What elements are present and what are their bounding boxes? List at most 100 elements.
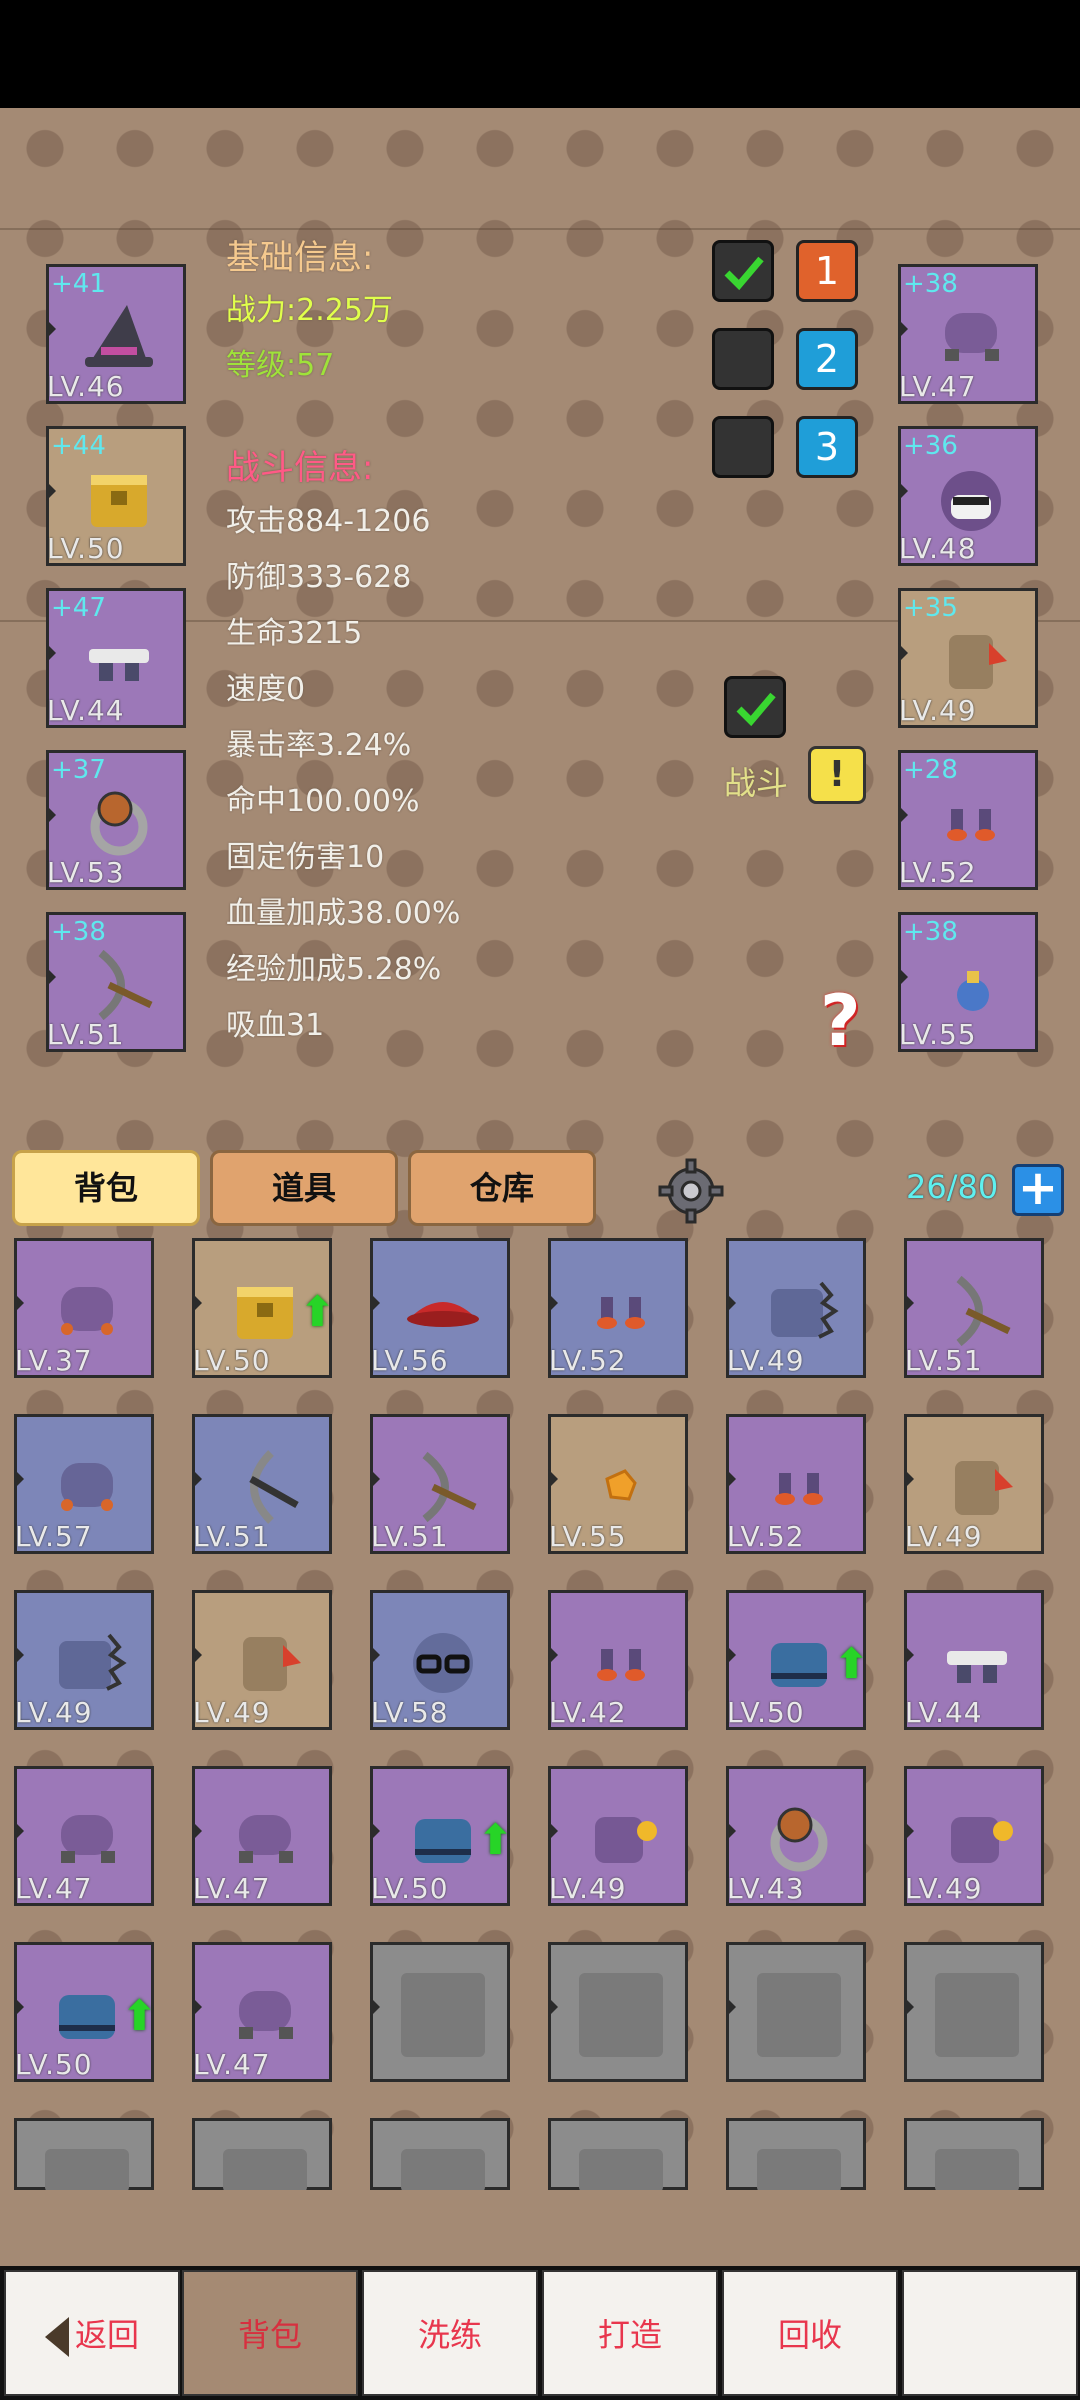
- empty-slot-inner: [223, 2149, 307, 2193]
- inventory-item[interactable]: LV.49: [192, 1590, 332, 1730]
- inventory-item[interactable]: LV.52: [548, 1238, 688, 1378]
- tab-2[interactable]: 仓库: [408, 1150, 596, 1226]
- inventory-item[interactable]: LV.37: [14, 1238, 154, 1378]
- inventory-item[interactable]: LV.42: [548, 1590, 688, 1730]
- equipped-slot-left[interactable]: +38 LV.51: [46, 912, 186, 1052]
- inventory-item[interactable]: LV.51: [904, 1238, 1044, 1378]
- loadout-checkbox[interactable]: [712, 240, 774, 302]
- inventory-item[interactable]: LV.47: [14, 1766, 154, 1906]
- slot-notch: [14, 1469, 24, 1489]
- basic-info-title: 基础信息:: [226, 238, 374, 278]
- inventory-item[interactable]: LV.47: [192, 1766, 332, 1906]
- item-level: LV.53: [47, 856, 125, 889]
- upgrade-arrow-icon: ⬆: [121, 1991, 157, 2040]
- inventory-item[interactable]: LV.49: [726, 1238, 866, 1378]
- inventory-item[interactable]: LV.52: [726, 1414, 866, 1554]
- inventory-item[interactable]: LV.51: [192, 1414, 332, 1554]
- inventory-item[interactable]: LV.49: [14, 1590, 154, 1730]
- equipped-slot-left[interactable]: +44 LV.50: [46, 426, 186, 566]
- item-level: LV.47: [193, 2048, 271, 2081]
- inventory-item[interactable]: LV.50 ⬆: [370, 1766, 513, 1906]
- empty-slot[interactable]: [904, 1942, 1044, 2082]
- loadout-checkbox[interactable]: [712, 416, 774, 478]
- battle-info-button[interactable]: !: [808, 746, 866, 804]
- bottom-nav-button[interactable]: 返回: [4, 2270, 180, 2396]
- empty-slot[interactable]: [548, 2118, 688, 2193]
- item-level: LV.49: [905, 1520, 983, 1553]
- inventory-item[interactable]: LV.43: [726, 1766, 866, 1906]
- loadout-button[interactable]: 2: [796, 328, 858, 390]
- empty-slot-inner: [401, 2149, 485, 2193]
- exclamation-icon: !: [828, 754, 846, 795]
- slot-notch: [904, 1645, 914, 1665]
- inventory-item[interactable]: LV.49: [548, 1766, 688, 1906]
- bottom-nav-button[interactable]: 背包: [182, 2270, 358, 2396]
- inventory-item[interactable]: LV.57: [14, 1414, 154, 1554]
- expand-capacity-button[interactable]: +: [1012, 1164, 1064, 1216]
- inventory-item[interactable]: LV.49: [904, 1414, 1044, 1554]
- inventory-item[interactable]: LV.49: [904, 1766, 1044, 1906]
- equipped-slot-left[interactable]: +37 LV.53: [46, 750, 186, 890]
- loadout-button[interactable]: 1: [796, 240, 858, 302]
- capacity-count: 26/80: [906, 1168, 999, 1206]
- inventory-item[interactable]: LV.51: [370, 1414, 510, 1554]
- empty-slot[interactable]: [14, 2118, 154, 2193]
- item-level: LV.51: [371, 1520, 449, 1553]
- inventory-item[interactable]: LV.56: [370, 1238, 510, 1378]
- equipped-slot-left[interactable]: +47 LV.44: [46, 588, 186, 728]
- empty-slot[interactable]: [370, 1942, 510, 2082]
- inventory-item[interactable]: LV.50 ⬆: [192, 1238, 335, 1378]
- slot-notch: [46, 319, 56, 339]
- slot-notch: [898, 967, 908, 987]
- item-level: LV.37: [15, 1344, 93, 1377]
- battle-checkbox[interactable]: [724, 676, 786, 738]
- slot-notch: [192, 1821, 202, 1841]
- inventory-item[interactable]: LV.44: [904, 1590, 1044, 1730]
- battle-stat: 攻击884-1206: [226, 504, 431, 539]
- bottom-nav-button[interactable]: [902, 2270, 1078, 2396]
- slot-notch: [370, 1997, 380, 2017]
- equipped-slot-right[interactable]: +36 LV.48: [898, 426, 1038, 566]
- inventory-item[interactable]: LV.47: [192, 1942, 332, 2082]
- empty-slot[interactable]: [370, 2118, 510, 2193]
- bottom-nav-button[interactable]: 打造: [542, 2270, 718, 2396]
- plus-icon: +: [1017, 1160, 1059, 1216]
- inventory-item[interactable]: LV.50 ⬆: [726, 1590, 869, 1730]
- empty-slot[interactable]: [726, 1942, 866, 2082]
- settings-gear-icon[interactable]: [658, 1158, 724, 1224]
- item-level: LV.52: [549, 1344, 627, 1377]
- grid-fade: [0, 2190, 1080, 2266]
- bottom-nav-button[interactable]: 洗练: [362, 2270, 538, 2396]
- slot-notch: [14, 1293, 24, 1313]
- equipped-slot-right[interactable]: +35 LV.49: [898, 588, 1038, 728]
- tab-0[interactable]: 背包: [12, 1150, 200, 1226]
- slot-notch: [46, 805, 56, 825]
- help-icon[interactable]: ?: [820, 980, 861, 1062]
- item-level: LV.50: [727, 1696, 805, 1729]
- equipped-slot-left[interactable]: +41 LV.46: [46, 264, 186, 404]
- equipped-slot-right[interactable]: +38 LV.47: [898, 264, 1038, 404]
- inventory-item[interactable]: LV.50 ⬆: [14, 1942, 157, 2082]
- loadout-checkbox[interactable]: [712, 328, 774, 390]
- battle-stat: 速度0: [226, 672, 306, 707]
- slot-notch: [192, 1469, 202, 1489]
- empty-slot-inner: [757, 1973, 841, 2057]
- empty-slot-inner: [579, 1973, 663, 2057]
- inventory-item[interactable]: LV.55: [548, 1414, 688, 1554]
- empty-slot[interactable]: [192, 2118, 332, 2193]
- tab-1[interactable]: 道具: [210, 1150, 398, 1226]
- empty-slot[interactable]: [548, 1942, 688, 2082]
- enhance-level: +36: [903, 431, 958, 461]
- inventory-item[interactable]: LV.58: [370, 1590, 510, 1730]
- empty-slot[interactable]: [726, 2118, 866, 2193]
- empty-slot[interactable]: [904, 2118, 1044, 2193]
- bottom-nav-button[interactable]: 回收: [722, 2270, 898, 2396]
- item-level: LV.50: [47, 532, 125, 565]
- enhance-level: +35: [903, 593, 958, 623]
- loadout-button[interactable]: 3: [796, 416, 858, 478]
- item-level: LV.49: [15, 1696, 93, 1729]
- equipped-slot-right[interactable]: +28 LV.52: [898, 750, 1038, 890]
- enhance-level: +47: [51, 593, 106, 623]
- equipped-slot-right[interactable]: +38 LV.55: [898, 912, 1038, 1052]
- slot-notch: [370, 1821, 380, 1841]
